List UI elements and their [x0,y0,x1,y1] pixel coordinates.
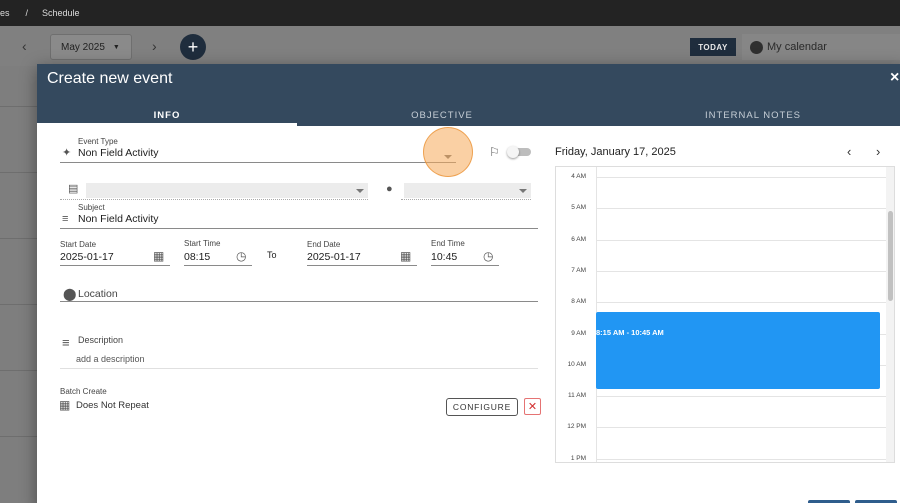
hour-label: 11 AM [568,392,586,400]
dialog-title: Create new event [47,70,173,87]
plus-icon: + [187,36,199,57]
configure-button[interactable]: CONFIGURE [446,398,518,416]
close-icon[interactable]: × [890,69,899,87]
account-dropdown-icon[interactable] [356,189,364,193]
breadcrumb: es / Schedule [0,0,900,26]
account-select[interactable] [86,183,368,198]
batch-create-value: Does Not Repeat [76,400,149,411]
my-calendar-label: My calendar [767,41,827,53]
to-label: To [267,250,277,260]
calendar-icon[interactable]: ▦ [153,250,164,262]
event-block[interactable]: 8:15 AM - 10:45 AM [596,312,880,389]
background-grid [0,66,37,503]
end-time-label: End Time [431,239,465,248]
day-view-date: Friday, January 17, 2025 [555,146,676,158]
hour-gridline [596,302,886,304]
batch-create-label: Batch Create [60,387,107,396]
hour-label: 10 AM [567,360,586,368]
location-pin-icon: ⬤ [63,287,77,301]
next-day-icon[interactable]: › [876,144,880,159]
create-event-dialog: Create new event × INFO OBJECTIVE INTERN… [37,64,900,503]
tab-objective[interactable]: OBJECTIVE [312,104,572,126]
start-time-field[interactable]: 08:15 [184,251,210,263]
hour-label: 8 AM [571,298,586,306]
subject-label: Subject [78,203,105,212]
hour-label: 7 AM [571,266,586,274]
event-time-text: 8:15 AM - 10:45 AM [596,328,664,337]
breadcrumb-separator: / [25,8,29,18]
my-calendar-selector[interactable]: My calendar [742,34,900,60]
hour-label: 5 AM [571,204,586,212]
day-view-grid[interactable]: 4 AM 5 AM 6 AM 7 AM 8 AM 9 AM 10 AM 11 AM 12 PM 1… [555,166,895,463]
pin-icon: ✦ [62,147,72,159]
flag-icon[interactable]: ⚐ [489,146,500,158]
prev-month-icon[interactable]: ‹ [22,38,27,54]
flag-toggle[interactable] [507,146,531,158]
end-date-field[interactable]: 2025-01-17 [307,251,361,263]
store-icon: ▤ [68,183,79,195]
hour-gridline [596,270,886,272]
description-input[interactable]: add a description [76,354,145,364]
event-type-label: Event Type [78,137,118,146]
hour-label: 12 PM [567,423,586,431]
toggle-knob [507,146,519,158]
start-date-label: Start Date [60,240,97,249]
hour-gridline [596,427,886,429]
calendar-icon[interactable]: ▦ [400,250,411,262]
end-date-label: End Date [307,240,341,249]
hour-gridline [596,208,886,210]
hour-gridline [596,239,886,241]
hour-label: 4 AM [571,173,586,180]
clock-icon[interactable]: ◷ [483,250,493,262]
end-date-underline [307,265,417,266]
click-highlight [423,127,473,177]
start-date-field[interactable]: 2025-01-17 [60,251,114,263]
add-event-button[interactable]: + [180,34,206,60]
description-underline [60,368,538,369]
scrollbar-thumb[interactable] [888,211,893,301]
end-time-field[interactable]: 10:45 [431,251,457,263]
start-date-underline [60,265,170,266]
hour-label: 9 AM [571,329,586,337]
chevron-down-icon: ▼ [112,43,120,51]
hour-label: 6 AM [571,235,586,243]
start-time-label: Start Time [184,239,221,248]
remove-repeat-button[interactable]: ✕ [524,398,541,415]
location-input[interactable]: Location [78,288,118,300]
event-type-underline [60,162,456,163]
next-month-icon[interactable]: › [152,38,157,54]
month-selector[interactable]: May 2025 ▼ [50,34,132,60]
subject-underline [60,228,538,229]
user-icon [750,40,763,54]
today-button[interactable]: TODAY [690,38,736,56]
month-label: May 2025 [61,41,105,53]
hour-gridline [596,458,886,460]
event-type-select[interactable]: Non Field Activity [78,147,159,159]
person-icon: ● [386,183,393,195]
hour-label: 1 PM [570,454,586,462]
account-underline [60,199,368,200]
active-tab-indicator [37,123,297,126]
description-label: Description [78,335,124,345]
end-time-underline [431,265,499,266]
calendar-repeat-icon: ▦ [59,398,71,412]
location-underline [60,301,538,302]
dialog-header: Create new event × INFO OBJECTIVE INTERN… [37,64,900,126]
tab-internal-notes[interactable]: INTERNAL NOTES [607,104,899,126]
contact-underline [401,199,531,200]
breadcrumb-current: Schedule [42,8,80,18]
clock-icon[interactable]: ◷ [236,250,246,262]
day-view-scrollbar[interactable] [886,167,894,462]
subject-icon: ≡ [62,213,69,225]
hour-gridline [596,396,886,398]
subject-field[interactable]: Non Field Activity [78,213,159,225]
prev-day-icon[interactable]: ‹ [847,144,851,159]
breadcrumb-parent[interactable]: es [0,8,10,18]
start-time-underline [184,265,252,266]
contact-select[interactable] [404,183,531,198]
contact-dropdown-icon[interactable] [519,189,527,193]
description-icon: ≡ [62,335,70,350]
hour-gridline [596,177,886,178]
